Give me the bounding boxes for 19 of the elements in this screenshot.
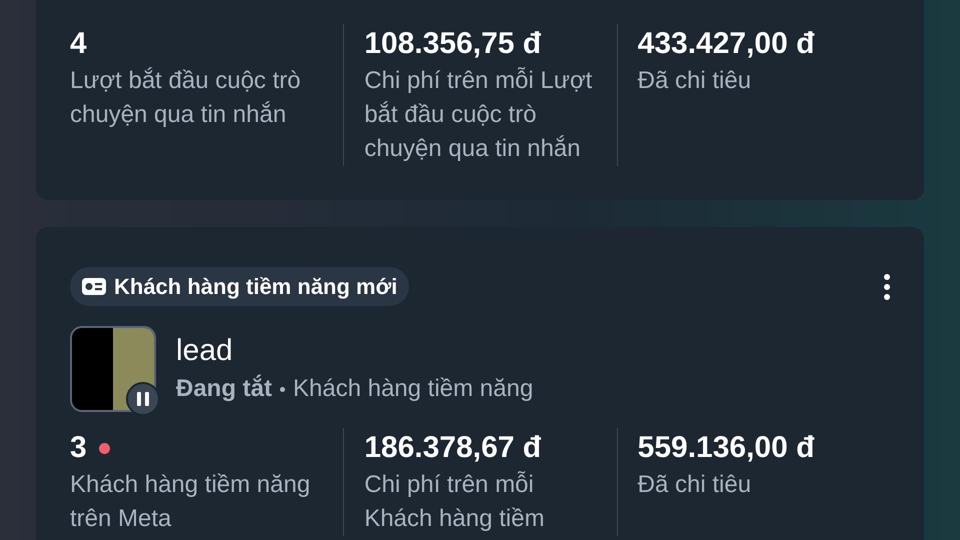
more-options-icon[interactable] — [884, 274, 890, 300]
metric-label: Đã chi tiêu — [638, 66, 752, 96]
objective-label: Khách hàng tiềm năng mới — [114, 273, 398, 301]
id-card-icon — [82, 278, 106, 295]
ad-name[interactable]: lead — [176, 331, 534, 371]
metric-label: Chi phí trên mỗi Lượt bắt đầu cuộc trò chuyện qua tin nhắn — [364, 66, 594, 164]
metric-value: 108.356,75 đ — [364, 26, 542, 62]
metric-value: 186.378,67 đ — [364, 430, 542, 466]
metric-label: Lượt bắt đầu cuộc trò chuyện qua tin nhắn — [70, 66, 302, 130]
metric-value: 4 — [70, 26, 87, 62]
metric-label: Chi phí trên mỗi Khách hàng tiềm — [364, 470, 546, 534]
metric-value: 3 — [70, 430, 87, 466]
metric-label: Khách hàng tiềm năng trên Meta — [70, 470, 312, 534]
pause-icon — [126, 382, 160, 416]
metric-value: 559.136,00 đ — [638, 430, 814, 466]
metric-value: 433.427,00 đ — [638, 26, 814, 62]
ad-type: Khách hàng tiềm năng — [293, 374, 534, 404]
status-text: Đang tắt — [176, 374, 272, 404]
metric-label: Đã chi tiêu — [638, 470, 752, 500]
